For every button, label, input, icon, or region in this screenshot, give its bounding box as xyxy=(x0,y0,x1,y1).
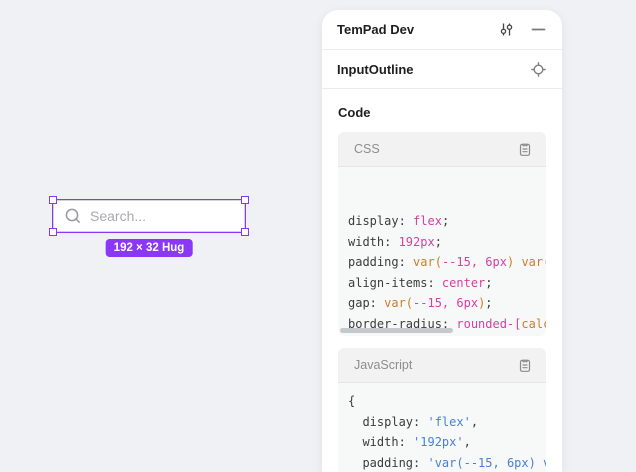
selection-handle-top-left[interactable] xyxy=(49,196,57,204)
horizontal-scrollbar[interactable] xyxy=(340,328,453,333)
selection-handle-bottom-right[interactable] xyxy=(241,228,249,236)
selection-handle-top-right[interactable] xyxy=(241,196,249,204)
code-line: align-items: center; xyxy=(348,273,546,294)
javascript-block-label: JavaScript xyxy=(354,358,412,372)
code-line: gap: var(--15, 6px); xyxy=(348,293,546,314)
panel-title: TemPad Dev xyxy=(337,22,414,37)
css-code-area[interactable]: display: flex;width: 192px;padding: var(… xyxy=(338,167,546,336)
javascript-code-block: JavaScript { display: 'flex', width: '19… xyxy=(338,348,546,472)
tempad-dev-panel: TemPad Dev InputOutline xyxy=(322,10,562,472)
code-line: border: 1px solid --ui-border-color; xyxy=(348,334,546,336)
selection-handle-bottom-left[interactable] xyxy=(49,228,57,236)
javascript-block-header: JavaScript xyxy=(338,348,546,383)
javascript-code-area[interactable]: { display: 'flex', width: '192px', paddi… xyxy=(338,383,546,472)
code-line: display: 'flex', xyxy=(348,412,546,433)
css-block-label: CSS xyxy=(354,142,380,156)
code-line: padding: var(--15, 6px) var(--15, 6px); xyxy=(348,252,546,273)
search-input-component[interactable]: Search... xyxy=(53,200,245,232)
code-line: padding: 'var(--15, 6px) var(--15, 6px)'… xyxy=(348,453,546,472)
code-line: { xyxy=(348,391,546,412)
selected-component-row: InputOutline xyxy=(322,50,562,89)
minimize-icon[interactable] xyxy=(529,21,547,39)
css-block-header: CSS xyxy=(338,132,546,167)
search-placeholder: Search... xyxy=(90,208,146,224)
magnifier-icon xyxy=(64,207,82,225)
target-crosshair-icon[interactable] xyxy=(529,60,547,78)
code-line: width: 192px; xyxy=(348,232,546,253)
css-code-block: CSS display: flex;width: 192px;padding: … xyxy=(338,132,546,336)
copy-clipboard-icon[interactable] xyxy=(516,356,534,374)
code-line: display: flex; xyxy=(348,211,546,232)
code-section: Code CSS display: flex;width: 192px;padd… xyxy=(322,89,562,472)
code-line: width: '192px', xyxy=(348,432,546,453)
sliders-icon[interactable] xyxy=(497,21,515,39)
copy-clipboard-icon[interactable] xyxy=(516,140,534,158)
code-section-label: Code xyxy=(338,105,546,120)
selection-size-badge: 192 × 32 Hug xyxy=(106,239,193,257)
component-name: InputOutline xyxy=(337,62,414,77)
panel-header: TemPad Dev xyxy=(322,10,562,50)
